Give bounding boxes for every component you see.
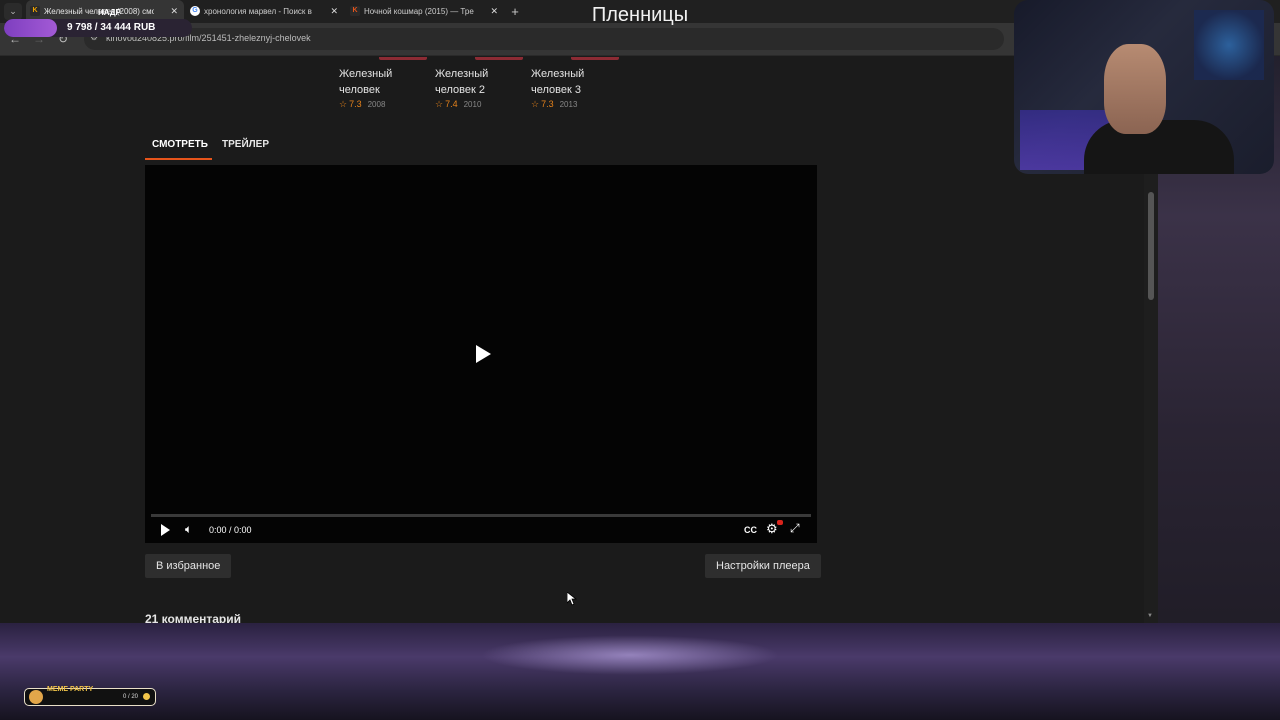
fullscreen-icon[interactable]: ⤢: [790, 521, 800, 536]
star-icon: ☆: [531, 99, 540, 109]
stream-background-bottom: MEME PARTY 0 / 20: [0, 623, 1280, 720]
url-field[interactable]: ⚙ kinovod240825.pro/film/251451-zhelezny…: [84, 28, 1004, 50]
star-icon: ☆: [339, 99, 348, 109]
donation-goal-fill: [4, 19, 57, 37]
comments-heading: 21 комментарий: [145, 612, 242, 623]
settings-gear-icon[interactable]: ⚙: [766, 521, 778, 537]
donation-goal-tag: НАДР: [98, 8, 121, 17]
coin-icon: [143, 693, 150, 700]
webcam-person-body: [1084, 120, 1234, 174]
stream-title: Пленницы: [591, 4, 689, 26]
tab-title: Ночной кошмар (2015) — Тре: [364, 7, 474, 16]
meme-party-widget: MEME PARTY 0 / 20: [24, 686, 156, 706]
close-tab-icon[interactable]: ✕: [490, 0, 498, 23]
streamer-webcam: [1014, 0, 1274, 174]
license-badge: [571, 57, 619, 60]
kinovod-favicon-icon: K: [30, 6, 40, 16]
hd-badge: [777, 520, 783, 525]
video-progress-bar[interactable]: [151, 514, 811, 517]
browser-tab-2[interactable]: G хронология марвел - Поиск в ✕: [186, 0, 344, 23]
related-film-year: 2008: [367, 100, 386, 109]
time-display: 0:00 / 0:00: [209, 525, 252, 535]
doge-icon: [29, 690, 43, 704]
donation-goal-text: 9 798 / 34 444 RUB: [67, 22, 156, 33]
tab-search-dropdown-icon[interactable]: ⌄: [4, 3, 22, 20]
close-tab-icon[interactable]: ✕: [330, 0, 338, 23]
page-content: Железный человек ☆ 7.3 2008 Железный челов…: [0, 57, 1150, 623]
related-film-year: 2010: [463, 100, 482, 109]
active-tab-underline: [145, 158, 212, 160]
license-badge: [475, 57, 523, 60]
captions-button[interactable]: CC: [744, 525, 757, 535]
scene-glow: [480, 635, 780, 675]
tab-watch[interactable]: СМОТРЕТЬ: [152, 139, 208, 150]
license-badge: [379, 57, 427, 60]
tab-trailer[interactable]: ТРЕЙЛЕР: [222, 139, 269, 150]
player-settings-button[interactable]: Настройки плеера: [705, 554, 821, 578]
scrollbar-thumb[interactable]: [1148, 192, 1154, 300]
volume-icon[interactable]: 🔈︎: [185, 522, 192, 537]
google-favicon-icon: G: [190, 6, 200, 16]
related-film-meta: ☆ 7.3 2008: [339, 99, 385, 110]
related-film-rating: 7.3: [541, 99, 554, 109]
big-play-icon[interactable]: [476, 345, 491, 363]
video-player[interactable]: 🔈︎ 0:00 / 0:00 CC ⚙ ⤢: [145, 165, 817, 543]
new-tab-icon[interactable]: +: [508, 0, 522, 23]
star-icon: ☆: [435, 99, 444, 109]
related-film-rating: 7.3: [349, 99, 362, 109]
tab-title: хронология марвел - Поиск в: [204, 7, 312, 16]
webcam-person-head: [1104, 44, 1166, 134]
scroll-down-icon[interactable]: ▼: [1147, 613, 1153, 619]
related-film-rating: 7.4: [445, 99, 458, 109]
kinopoisk-favicon-icon: K: [350, 6, 360, 16]
screen: ⌄ K Железный человек (2008) смотр ✕ G хр…: [0, 0, 1280, 720]
related-film-title[interactable]: Железный человек 2: [435, 66, 525, 98]
related-film-meta: ☆ 7.3 2013: [531, 99, 577, 110]
play-icon[interactable]: [161, 524, 170, 536]
meme-party-label: MEME PARTY: [47, 686, 94, 693]
meme-party-count: 0 / 20: [123, 694, 139, 700]
related-film-year: 2013: [559, 100, 578, 109]
related-film-title[interactable]: Железный человек 3: [531, 66, 621, 98]
browser-tab-3[interactable]: K Ночной кошмар (2015) — Тре ✕: [346, 0, 504, 23]
add-to-favorites-button[interactable]: В избранное: [145, 554, 232, 578]
webcam-poster: [1194, 10, 1264, 80]
related-film-meta: ☆ 7.4 2010: [435, 99, 481, 110]
related-film-title[interactable]: Железный человек: [339, 66, 429, 98]
